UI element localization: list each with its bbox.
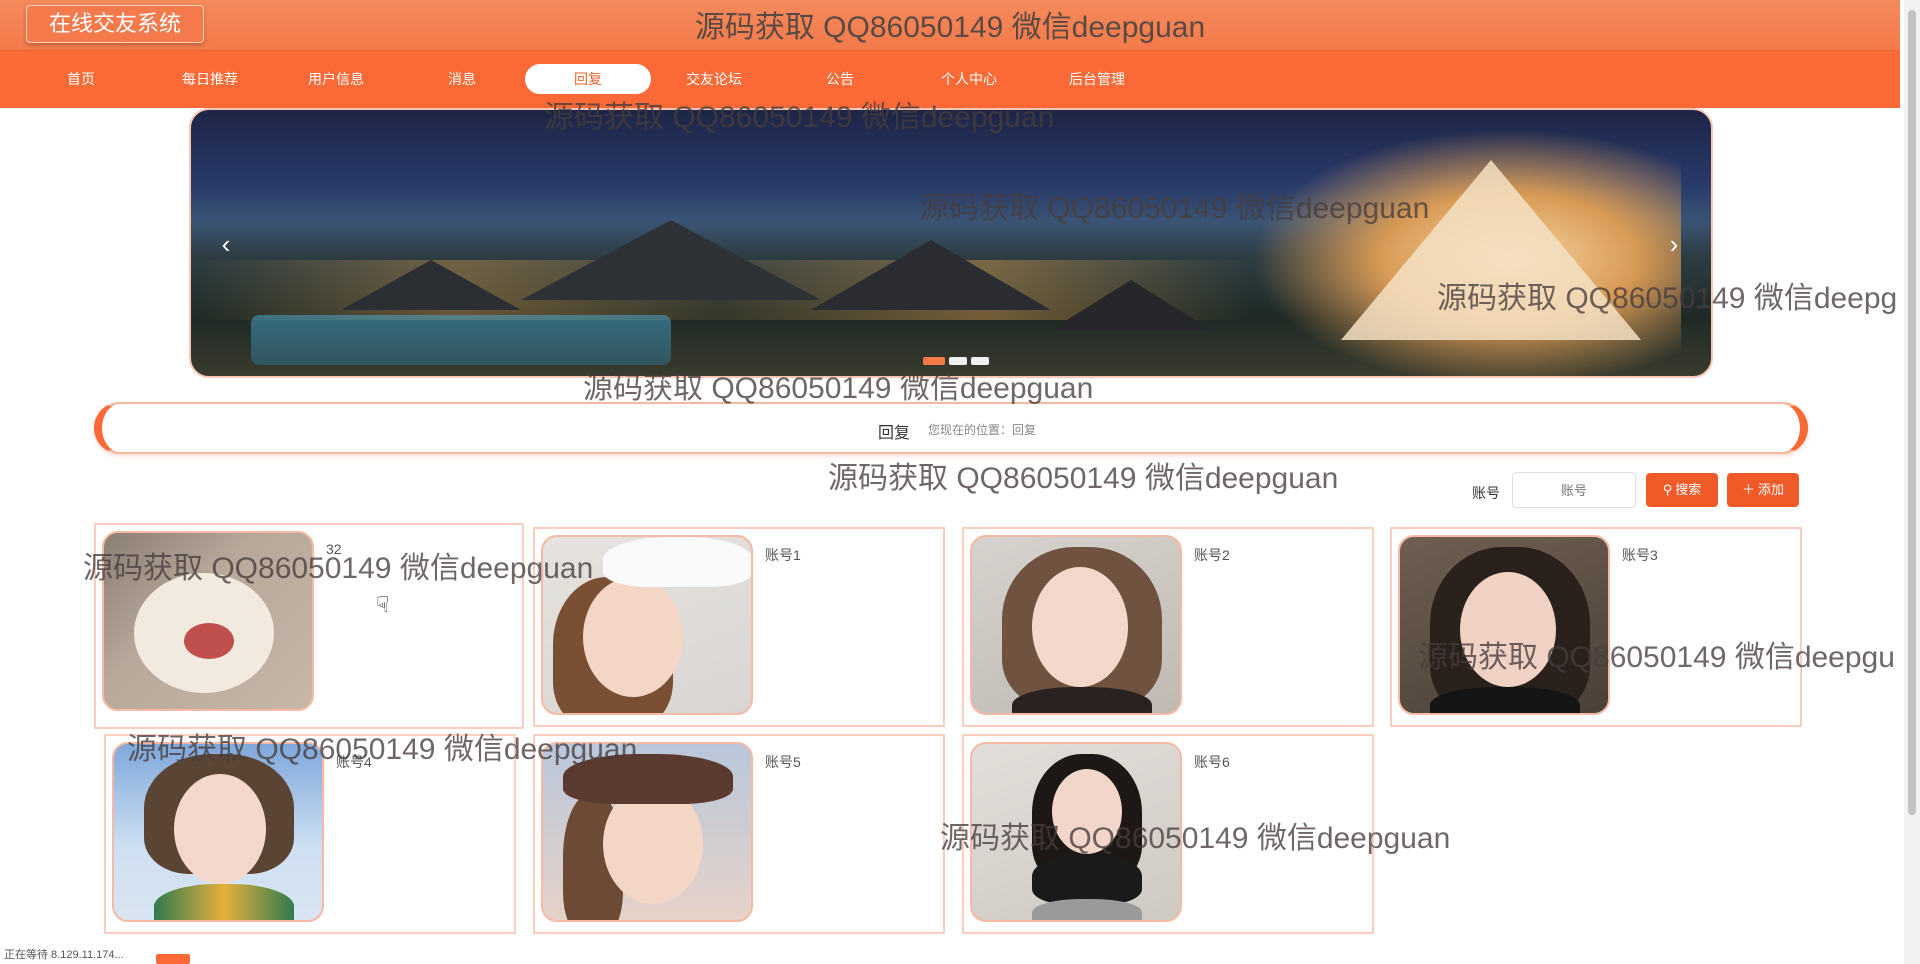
watermark: 源码获取 QQ86050149 微信deepgu xyxy=(1418,641,1895,674)
plus-icon: ＋ xyxy=(1741,482,1755,497)
watermark: 源码获取 QQ86050149 微信deepguan xyxy=(828,462,1339,495)
avatar xyxy=(541,742,753,922)
browser-status: 正在等待 8.129.11.174... xyxy=(4,949,124,961)
nav-item-notice[interactable]: 公告 xyxy=(777,64,903,94)
nav-item-profile[interactable]: 个人中心 xyxy=(906,64,1032,94)
account-name: 账号2 xyxy=(1194,547,1230,563)
scroll-thumb[interactable] xyxy=(1908,10,1916,815)
cap-shape xyxy=(603,537,751,587)
search-button-label: 搜索 xyxy=(1675,482,1702,497)
breadcrumb: 回复 您现在的位置：回复 xyxy=(94,402,1808,454)
page-scrollbar[interactable] xyxy=(1904,0,1920,964)
watermark: 源码获取 QQ86050149 微信deepguan xyxy=(83,552,594,585)
watermark: 源码获取 QQ86050149 微信deepguan xyxy=(583,372,1094,405)
watermark: 源码获取 QQ86050149 微信deepguan xyxy=(127,733,638,766)
search-icon: ⚲ xyxy=(1662,482,1673,497)
roof-shape xyxy=(521,220,821,300)
top-bar: 在线交友系统 源码获取 QQ86050149 微信deepguan xyxy=(0,0,1900,51)
reply-card[interactable]: 账号3 xyxy=(1390,527,1802,727)
account-name: 账号3 xyxy=(1622,547,1658,563)
top-watermark: 源码获取 QQ86050149 微信deepguan xyxy=(694,11,1206,44)
nav-item-daily[interactable]: 每日推荐 xyxy=(147,64,273,94)
top-shape xyxy=(1430,687,1580,713)
nav-item-reply[interactable]: 回复 xyxy=(525,64,651,94)
account-name: 账号5 xyxy=(765,754,801,770)
roof-shape xyxy=(1051,280,1211,330)
avatar xyxy=(970,535,1182,715)
nav-item-messages[interactable]: 消息 xyxy=(399,64,525,94)
nav-item-users[interactable]: 用户信息 xyxy=(273,64,399,94)
roof-shape xyxy=(811,240,1051,310)
breadcrumb-location: 您现在的位置：回复 xyxy=(928,423,1037,437)
account-search-input[interactable] xyxy=(1512,472,1636,508)
nav-item-home[interactable]: 首页 xyxy=(18,64,144,94)
add-button[interactable]: ＋添加 xyxy=(1727,473,1799,507)
cat-mouth xyxy=(184,623,234,659)
pagination-current[interactable] xyxy=(156,954,190,964)
roof-shape xyxy=(341,260,521,310)
add-button-label: 添加 xyxy=(1758,482,1785,497)
page-title: 回复 xyxy=(878,425,911,442)
avatar xyxy=(1398,535,1610,715)
chevron-left-icon[interactable]: ‹ xyxy=(211,230,241,260)
hand-cursor-icon: ☟ xyxy=(376,592,390,617)
face-shape xyxy=(1032,567,1128,687)
banner-carousel[interactable]: ‹ › xyxy=(189,108,1713,378)
watermark: 源码获取 QQ86050149 微信deepg xyxy=(1437,282,1898,315)
face-shape xyxy=(583,577,683,697)
nav-item-forum[interactable]: 交友论坛 xyxy=(651,64,777,94)
account-name: 账号1 xyxy=(765,547,801,563)
nav-item-admin[interactable]: 后台管理 xyxy=(1034,64,1160,94)
search-label: 账号 xyxy=(1472,485,1500,501)
swimsuit-shape xyxy=(154,884,294,920)
reply-card[interactable]: 账号1 xyxy=(533,527,945,727)
resort-pool xyxy=(251,315,671,365)
avatar xyxy=(112,742,324,922)
watermark: 源码获取 QQ86050149 微信deepguan xyxy=(940,822,1451,855)
face-shape xyxy=(174,774,266,884)
account-name: 账号6 xyxy=(1194,754,1230,770)
chevron-right-icon[interactable]: › xyxy=(1659,230,1689,260)
top-shape xyxy=(1012,687,1152,713)
search-button[interactable]: ⚲ 搜索 xyxy=(1646,473,1718,507)
reply-card[interactable]: 账号2 xyxy=(962,527,1374,727)
watermark: 源码获取 QQ86050149 微信deepguan xyxy=(544,101,1055,134)
watermark: 源码获取 QQ86050149 微信deepguan xyxy=(919,192,1430,225)
skirt-shape xyxy=(1032,899,1142,920)
top-shape xyxy=(1032,854,1142,904)
